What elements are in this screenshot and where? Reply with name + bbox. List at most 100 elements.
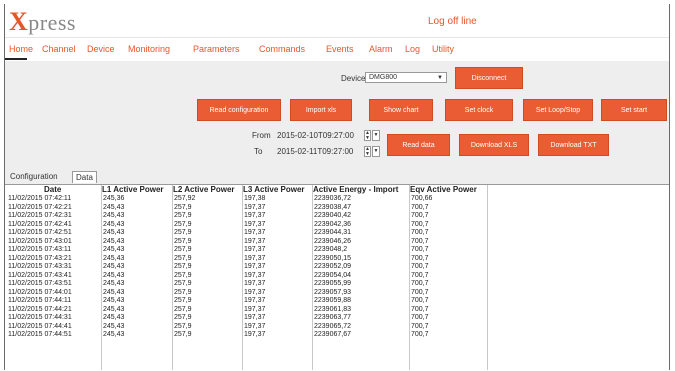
download-xls-button[interactable]: Download XLS bbox=[459, 134, 529, 156]
nav-log[interactable]: Log bbox=[405, 44, 420, 54]
table-cell: 11/02/2015 07:43:51 bbox=[8, 280, 72, 287]
logoff-link[interactable]: Log off line bbox=[428, 16, 477, 27]
table-cell: 700,7 bbox=[411, 229, 429, 236]
table-cell: 700,7 bbox=[411, 314, 429, 321]
table-cell: 197,37 bbox=[244, 331, 266, 338]
table-cell: 2239057,93 bbox=[314, 288, 351, 296]
read-data-button[interactable]: Read data bbox=[387, 134, 450, 156]
table-cell: 197,37 bbox=[244, 237, 266, 245]
table-row[interactable]: 11/02/2015 07:43:11 245,43 257,9 197,37 2239… bbox=[5, 246, 669, 255]
date-dropdown-icon[interactable]: ▼ bbox=[372, 130, 380, 141]
nav-alarm[interactable]: Alarm bbox=[369, 44, 393, 54]
table-row[interactable]: 11/02/2015 07:42:21 245,43 257,9 197,37 2239… bbox=[5, 203, 669, 213]
table-cell: 11/02/2015 07:44:01 bbox=[8, 288, 72, 296]
to-datetime[interactable]: 2015-02-11T09:27:00 bbox=[277, 147, 353, 156]
column-header-eqv-active-power[interactable]: Eqv Active Power bbox=[410, 185, 477, 194]
table-cell: 11/02/2015 07:42:21 bbox=[8, 203, 72, 211]
table-row[interactable]: 11/02/2015 07:44:11 245,43 257,9 197,37 2239… bbox=[5, 297, 669, 306]
set-clock-button[interactable]: Set clock bbox=[445, 99, 513, 121]
table-row[interactable]: 11/02/2015 07:42:11 245,36 257,92 197,38 223… bbox=[5, 195, 669, 204]
nav-parameters[interactable]: Parameters bbox=[193, 44, 240, 54]
show-chart-button[interactable]: Show chart bbox=[369, 99, 433, 121]
table-cell: 245,43 bbox=[103, 305, 125, 313]
date-dropdown-icon[interactable]: ▼ bbox=[372, 146, 380, 157]
table-cell: 245,43 bbox=[103, 322, 125, 330]
device-select[interactable]: DMG800 ▼ bbox=[365, 72, 447, 83]
table-cell: 700,7 bbox=[411, 254, 429, 262]
table-row[interactable]: 11/02/2015 07:43:21 245,43 257,9 197,37 2239… bbox=[5, 254, 669, 264]
import-xls-button[interactable]: Import xls bbox=[290, 99, 352, 121]
table-cell: 700,7 bbox=[411, 203, 429, 211]
disconnect-button[interactable]: Disconnect bbox=[455, 67, 523, 89]
to-label: To bbox=[254, 147, 263, 156]
table-cell: 257,9 bbox=[174, 263, 192, 270]
column-header-l2-active-power[interactable]: L2 Active Power bbox=[173, 185, 235, 194]
nav-device[interactable]: Device bbox=[87, 44, 115, 54]
table-cell: 197,37 bbox=[244, 212, 266, 219]
tab-configuration[interactable]: Configuration bbox=[7, 171, 61, 183]
spin-stepper-icon[interactable]: ▲ ▼ bbox=[364, 130, 371, 141]
table-row[interactable]: 11/02/2015 07:44:31 245,43 257,9 197,37 2239… bbox=[5, 314, 669, 323]
table-cell: 2239044,31 bbox=[314, 229, 351, 236]
table-cell: 11/02/2015 07:43:11 bbox=[8, 246, 72, 253]
table-cell: 197,37 bbox=[244, 254, 266, 262]
table-cell: 197,37 bbox=[244, 229, 266, 236]
table-cell: 11/02/2015 07:43:01 bbox=[8, 237, 72, 245]
nav-channel[interactable]: Channel bbox=[42, 44, 76, 54]
table-row[interactable]: 11/02/2015 07:44:21 245,43 257,9 197,37 2239… bbox=[5, 305, 669, 315]
table-cell: 257,9 bbox=[174, 314, 192, 321]
read-configuration-button[interactable]: Read configuration bbox=[197, 99, 281, 121]
table-cell: 257,9 bbox=[174, 246, 192, 253]
table-row[interactable]: 11/02/2015 07:42:31 245,43 257,9 197,37 2239… bbox=[5, 212, 669, 221]
table-cell: 245,43 bbox=[103, 220, 125, 228]
column-header-l1-active-power[interactable]: L1 Active Power bbox=[102, 185, 164, 194]
table-cell: 257,9 bbox=[174, 229, 192, 236]
table-cell: 245,43 bbox=[103, 280, 125, 287]
nav-home[interactable]: Home bbox=[9, 44, 33, 54]
table-cell: 11/02/2015 07:42:41 bbox=[8, 220, 72, 228]
table-row[interactable]: 11/02/2015 07:42:41 245,43 257,9 197,37 2239… bbox=[5, 220, 669, 230]
table-cell: 257,9 bbox=[174, 331, 192, 338]
nav-events[interactable]: Events bbox=[326, 44, 354, 54]
nav-monitoring[interactable]: Monitoring bbox=[128, 44, 170, 54]
spin-stepper-icon[interactable]: ▲ ▼ bbox=[364, 146, 371, 157]
nav-commands[interactable]: Commands bbox=[259, 44, 305, 54]
table-row[interactable]: 11/02/2015 07:43:31 245,43 257,9 197,37 2239… bbox=[5, 263, 669, 272]
column-header-date[interactable]: Date bbox=[44, 185, 61, 194]
table-cell: 700,66 bbox=[411, 195, 433, 202]
download-txt-button[interactable]: Download TXT bbox=[538, 134, 609, 156]
table-row[interactable]: 11/02/2015 07:43:01 245,43 257,9 197,37 2239… bbox=[5, 237, 669, 247]
table-cell: 197,37 bbox=[244, 246, 266, 253]
nav-utility[interactable]: Utility bbox=[432, 44, 454, 54]
table-cell: 2239040,42 bbox=[314, 212, 351, 219]
table-cell: 245,43 bbox=[103, 314, 125, 321]
table-row[interactable]: 11/02/2015 07:44:01 245,43 257,9 197,37 2239… bbox=[5, 288, 669, 298]
table-row[interactable]: 11/02/2015 07:44:51 245,43 257,9 197,37 2239… bbox=[5, 331, 669, 340]
table-row[interactable]: 11/02/2015 07:43:41 245,43 257,9 197,37 2239… bbox=[5, 271, 669, 281]
table-cell: 2239046,26 bbox=[314, 237, 351, 245]
table-cell: 700,7 bbox=[411, 288, 429, 296]
set-start-button[interactable]: Set start bbox=[601, 99, 667, 121]
column-divider bbox=[172, 185, 173, 370]
column-divider bbox=[409, 185, 410, 370]
table-cell: 257,9 bbox=[174, 220, 192, 228]
table-cell: 197,37 bbox=[244, 297, 266, 304]
table-cell: 245,43 bbox=[103, 203, 125, 211]
tab-data[interactable]: Data bbox=[72, 171, 97, 183]
divider bbox=[5, 58, 27, 60]
from-datetime[interactable]: 2015-02-10T09:27:00 bbox=[277, 131, 354, 140]
table-cell: 257,9 bbox=[174, 288, 192, 296]
column-header-active-energy-import[interactable]: Active Energy - Import bbox=[313, 185, 398, 194]
table-cell: 197,37 bbox=[244, 280, 266, 287]
table-cell: 197,37 bbox=[244, 314, 266, 321]
table-row[interactable]: 11/02/2015 07:42:51 245,43 257,9 197,37 2239… bbox=[5, 229, 669, 238]
main-nav: Home Channel Device Monitoring Parameter… bbox=[5, 38, 669, 60]
table-cell: 257,92 bbox=[174, 195, 196, 202]
column-header-l3-active-power[interactable]: L3 Active Power bbox=[243, 185, 305, 194]
table-cell: 197,37 bbox=[244, 271, 266, 279]
table-row[interactable]: 11/02/2015 07:43:51 245,43 257,9 197,37 2239… bbox=[5, 280, 669, 289]
table-cell: 700,7 bbox=[411, 263, 429, 270]
table-row[interactable]: 11/02/2015 07:44:41 245,43 257,9 197,37 2239… bbox=[5, 322, 669, 332]
table-cell: 2239052,09 bbox=[314, 263, 351, 270]
set-loop-stop-button[interactable]: Set Loop/Stop bbox=[523, 99, 593, 121]
